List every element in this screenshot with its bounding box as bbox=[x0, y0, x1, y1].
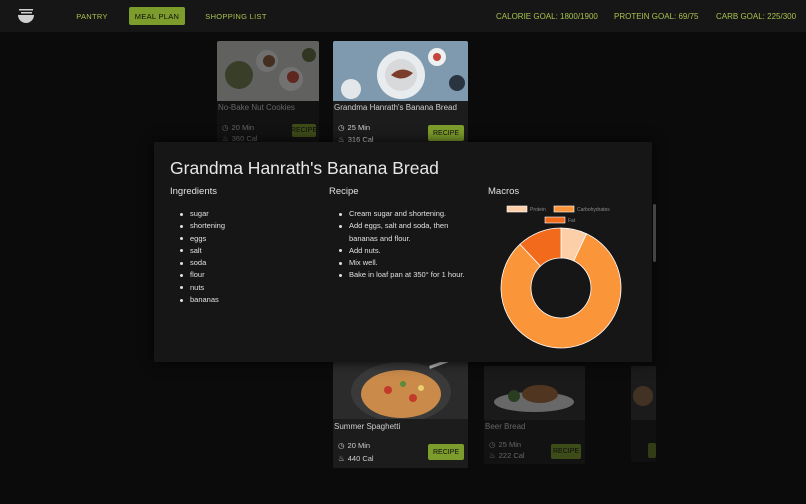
recipe-title: Beer Bread bbox=[485, 422, 526, 431]
ingredient-item: eggs bbox=[180, 233, 225, 245]
recipe-step: Mix well. bbox=[339, 257, 479, 269]
clock-icon: ◷ bbox=[222, 123, 229, 132]
recipe-image bbox=[333, 362, 468, 419]
protein-goal: PROTEIN GOAL: 69/75 bbox=[614, 11, 699, 21]
macros-doughnut-chart: Protein CarbohydratesFat bbox=[500, 205, 622, 349]
recipe-time: ◷ 25 Min bbox=[489, 440, 522, 449]
bowl-logo-icon[interactable] bbox=[16, 6, 36, 26]
clock-icon: ◷ bbox=[489, 440, 496, 449]
legend-label: Carbohydrates bbox=[577, 207, 610, 213]
recipe-steps-list: Cream sugar and shortening. Add eggs, sa… bbox=[339, 208, 479, 282]
ingredient-item: soda bbox=[180, 257, 225, 269]
flame-icon: ♨ bbox=[489, 451, 496, 460]
ingredients-heading: Ingredients bbox=[170, 186, 218, 197]
ingredient-item: flour bbox=[180, 269, 225, 281]
recipe-title: Summer Spaghetti bbox=[334, 422, 401, 431]
recipe-title: Grandma Hanrath's Banana Bread bbox=[334, 103, 457, 112]
recipe-image bbox=[217, 41, 319, 101]
recipe-time: ◷ 25 Min bbox=[338, 123, 371, 132]
ingredients-list: sugar shortening eggs salt soda flour nu… bbox=[180, 208, 225, 306]
modal-title: Grandma Hanrath's Banana Bread bbox=[170, 158, 439, 178]
macros-heading: Macros bbox=[488, 186, 520, 197]
recipe-calories: ♨ 440 Cal bbox=[338, 454, 374, 463]
recipe-time: ◷ 20 Min bbox=[338, 441, 371, 450]
legend-swatch[interactable] bbox=[544, 216, 566, 224]
recipe-step: Bake in loaf pan at 350° for 1 hour. bbox=[339, 269, 479, 281]
clock-icon: ◷ bbox=[338, 123, 345, 132]
recipe-card[interactable]: Beer Bread ◷ 25 Min ♨ 222 Cal RECIPE bbox=[484, 366, 585, 464]
recipe-step: Add eggs, salt and soda, then bananas an… bbox=[339, 220, 479, 245]
modal-scrollbar[interactable] bbox=[653, 204, 656, 262]
clock-icon: ◷ bbox=[338, 441, 345, 450]
recipe-button[interactable]: RECIPE bbox=[428, 444, 464, 460]
nav-pantry[interactable]: PANTRY bbox=[72, 7, 112, 25]
recipe-image bbox=[631, 366, 656, 420]
nav-meal-plan[interactable]: MEAL PLAN bbox=[129, 7, 185, 25]
recipe-card[interactable]: Summer Spaghetti ◷ 20 Min ♨ 440 Cal RECIPE bbox=[333, 362, 468, 468]
recipe-modal: Grandma Hanrath's Banana Bread Ingredien… bbox=[154, 142, 656, 362]
recipe-image bbox=[333, 41, 468, 101]
flame-icon: ♨ bbox=[338, 454, 345, 463]
top-nav: PANTRY MEAL PLAN SHOPPING LIST CALORIE G… bbox=[0, 0, 806, 32]
ingredient-item: shortening bbox=[180, 220, 225, 232]
ingredient-item: nuts bbox=[180, 282, 225, 294]
recipe-button[interactable]: RECIPE bbox=[551, 444, 581, 459]
recipe-card[interactable]: Grandma Hanrath's Banana Bread ◷ 25 Min ♨… bbox=[333, 41, 468, 145]
recipe-image bbox=[484, 366, 585, 420]
carb-goal: CARB GOAL: 225/300 bbox=[716, 11, 797, 21]
recipe-step: Cream sugar and shortening. bbox=[339, 208, 479, 220]
legend-swatch[interactable] bbox=[506, 205, 528, 213]
legend-label: Protein bbox=[530, 207, 546, 213]
nav-shopping-list[interactable]: SHOPPING LIST bbox=[203, 7, 269, 25]
recipe-button[interactable] bbox=[648, 443, 656, 458]
recipe-heading: Recipe bbox=[329, 186, 359, 197]
recipe-card[interactable]: No-Bake Nut Cookies ◷ 20 Min ♨ 360 Cal REC… bbox=[217, 41, 319, 145]
recipe-time: ◷ 20 Min bbox=[222, 123, 255, 132]
recipe-calories: ♨ 222 Cal bbox=[489, 451, 525, 460]
ingredient-item: bananas bbox=[180, 294, 225, 306]
calorie-goal: CALORIE GOAL: 1800/1900 bbox=[496, 11, 598, 21]
ingredient-item: sugar bbox=[180, 208, 225, 220]
recipe-button[interactable]: RECIPE bbox=[428, 125, 464, 141]
recipe-title: No-Bake Nut Cookies bbox=[218, 103, 295, 112]
recipe-button[interactable]: RECIPE bbox=[291, 124, 317, 137]
recipe-step: Add nuts. bbox=[339, 245, 479, 257]
ingredient-item: salt bbox=[180, 245, 225, 257]
legend-swatch[interactable] bbox=[553, 205, 575, 213]
recipe-card[interactable] bbox=[631, 366, 656, 462]
legend-label: Fat bbox=[568, 218, 576, 224]
